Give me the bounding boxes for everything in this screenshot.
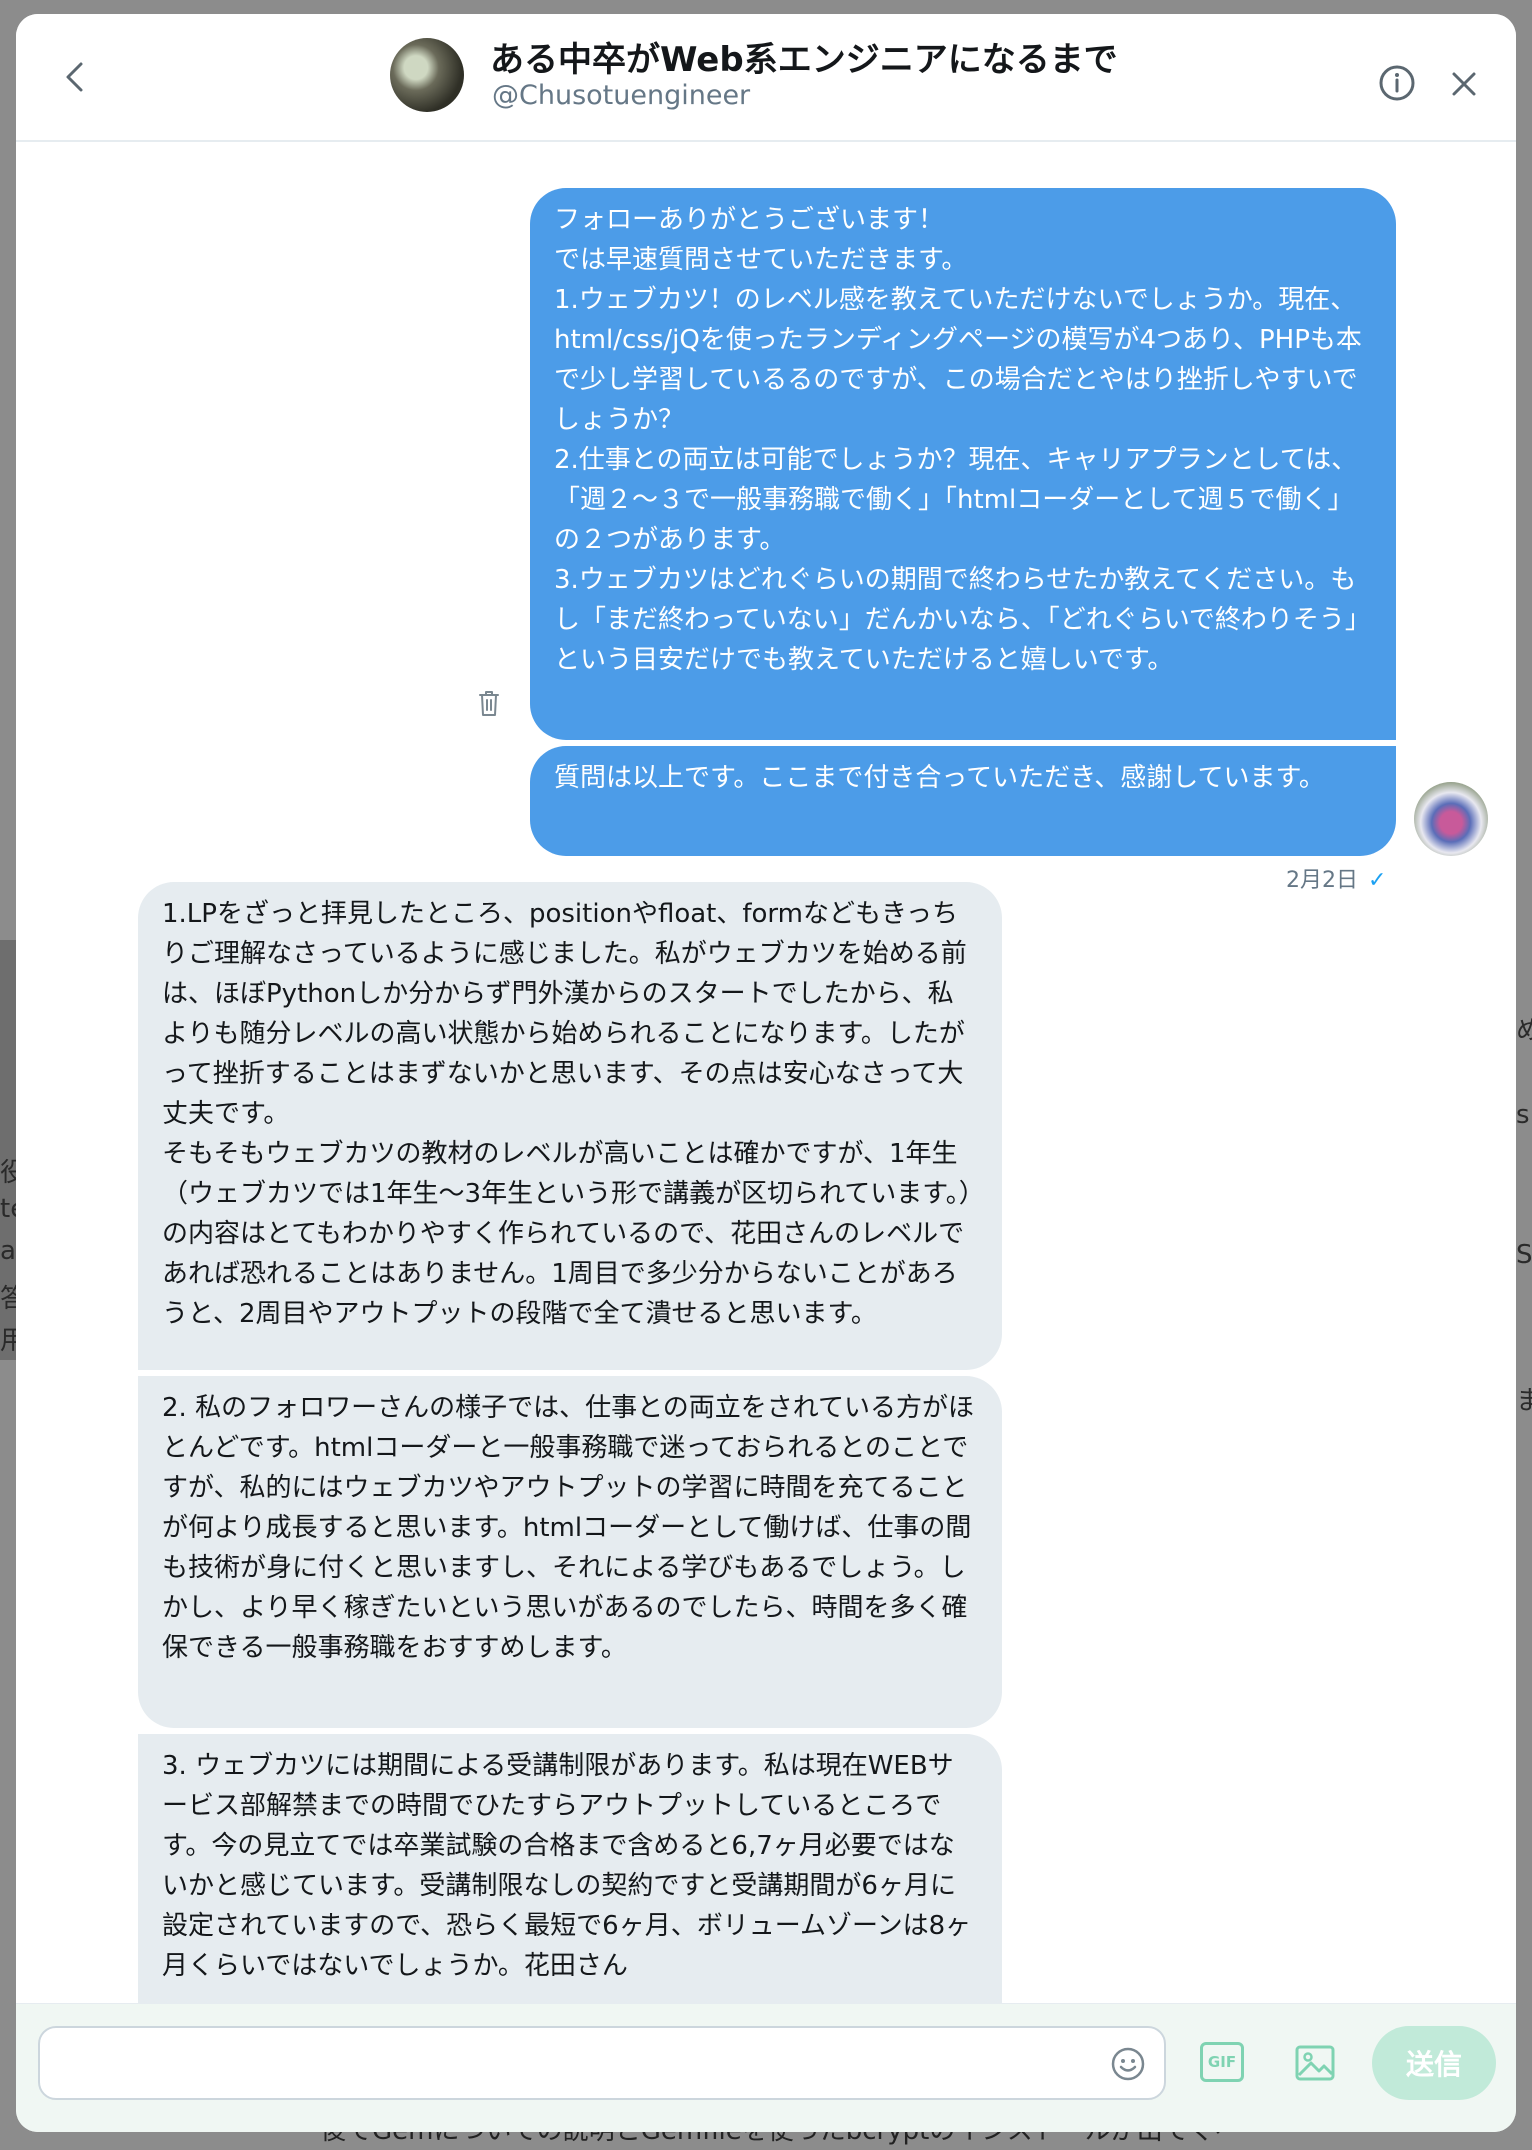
message-composer: GIF 送信 <box>16 2003 1516 2132</box>
message-timestamp: 2月2日 ✓ <box>1286 862 1386 894</box>
received-message[interactable]: 3. ウェブカツには期間による受講制限があります。私は現在WEBサービス部解禁ま… <box>138 1734 1002 2036</box>
conversation-handle[interactable]: @Chusotuengineer <box>492 80 750 111</box>
info-icon[interactable] <box>1374 60 1420 106</box>
message-input[interactable] <box>38 2026 1166 2100</box>
background-fragment: め <box>1516 1016 1532 1046</box>
gif-icon[interactable]: GIF <box>1200 2042 1244 2082</box>
background-fragment: s <box>1516 1100 1530 1130</box>
close-icon[interactable] <box>1444 64 1484 104</box>
message-list[interactable]: フォローありがとうございます！ では早速質問させていただきます。 1.ウェブカツ… <box>16 142 1516 2036</box>
read-check-icon: ✓ <box>1368 868 1387 893</box>
conversation-title[interactable]: ある中卒がWeb系エンジニアになるまで <box>490 32 1118 81</box>
emoji-icon[interactable] <box>1108 2044 1148 2084</box>
received-message[interactable]: 1.LPをざっと拝見したところ、positionやfloat、formなどもきっ… <box>138 882 1002 1370</box>
trash-icon[interactable] <box>474 687 504 719</box>
avatar[interactable] <box>1414 782 1488 856</box>
timestamp-text: 2月2日 <box>1286 868 1358 893</box>
sent-message[interactable]: 質問は以上です。ここまで付き合っていただき、感謝しています。 <box>530 746 1396 856</box>
send-button[interactable]: 送信 <box>1372 2026 1496 2100</box>
avatar[interactable] <box>390 38 464 112</box>
chevron-left-icon[interactable] <box>48 50 102 104</box>
image-icon[interactable] <box>1292 2040 1338 2086</box>
conversation-header: ある中卒がWeb系エンジニアになるまで @Chusotuengineer <box>16 14 1516 142</box>
background-fragment: ま <box>1516 1386 1532 1416</box>
dm-conversation-modal: ある中卒がWeb系エンジニアになるまで @Chusotuengineer フォロ… <box>16 14 1516 2132</box>
received-message[interactable]: 2. 私のフォロワーさんの様子では、仕事との両立をされている方がほとんどです。h… <box>138 1376 1002 1728</box>
sent-message[interactable]: フォローありがとうございます！ では早速質問させていただきます。 1.ウェブカツ… <box>530 188 1396 740</box>
background-fragment: S <box>1516 1240 1532 1270</box>
